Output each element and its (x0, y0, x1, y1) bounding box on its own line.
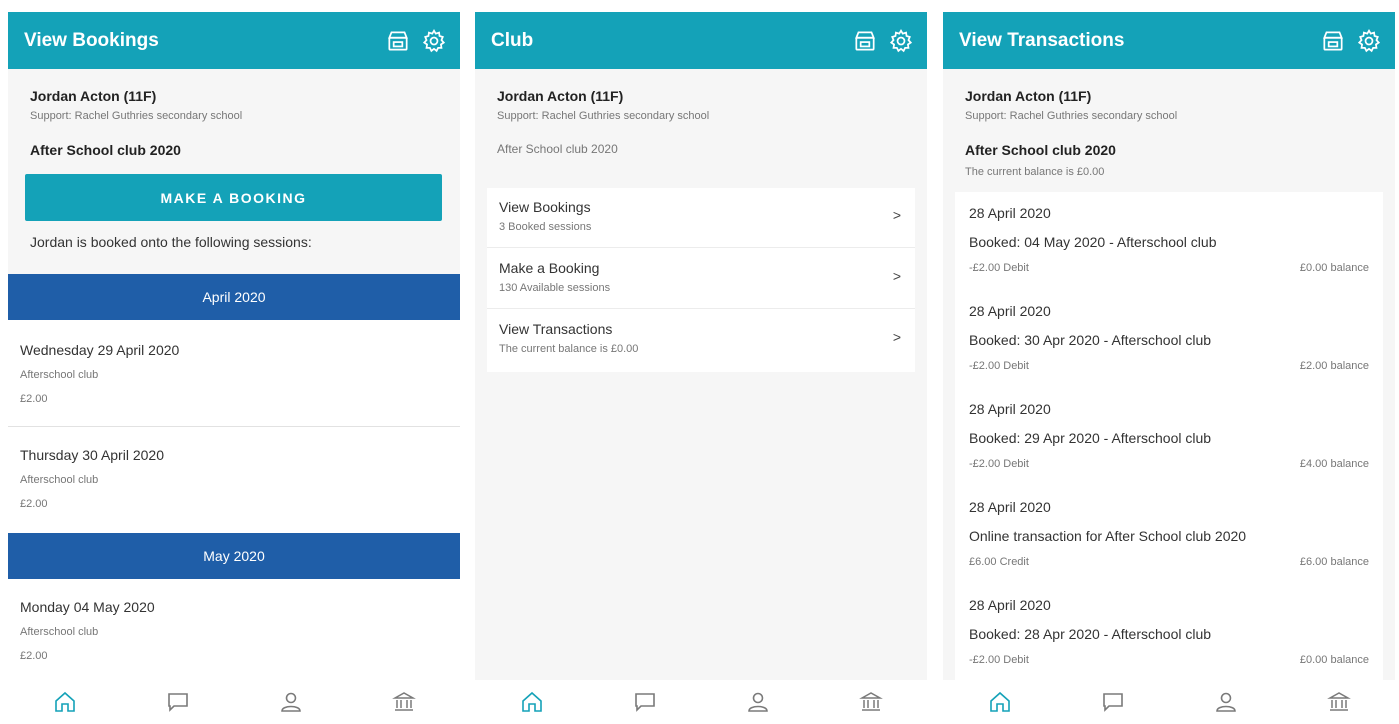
transaction-amount: -£2.00 Debit (969, 360, 1029, 372)
session-item[interactable]: Thursday 30 April 2020 Afterschool club … (8, 427, 460, 533)
app-header: Club (475, 12, 927, 69)
shop-icon[interactable] (384, 27, 412, 55)
current-balance: The current balance is £0.00 (965, 166, 1105, 178)
transaction-amount: -£2.00 Debit (969, 262, 1029, 274)
transaction-balance: £0.00 balance (1299, 654, 1369, 666)
profile-icon[interactable] (276, 687, 306, 717)
menu-item-make-a-booking[interactable]: Make a Booking 130 Available sessions > (487, 249, 915, 309)
transaction-date: 28 April 2020 (969, 597, 1051, 613)
menu-item-title: View Bookings (499, 199, 591, 215)
chevron-right-icon: > (892, 268, 901, 284)
transaction-item: 28 April 2020 Booked: 29 Apr 2020 - Afte… (955, 388, 1383, 486)
session-name: Afterschool club (20, 369, 99, 381)
bank-icon[interactable] (1324, 687, 1354, 717)
support-text: Support: Rachel Guthries secondary schoo… (497, 110, 710, 122)
app-header: View Transactions (943, 12, 1395, 69)
transaction-item: 28 April 2020 Booked: 28 Apr 2020 - Afte… (955, 584, 1383, 682)
app-header: View Bookings (8, 12, 460, 69)
page-title: View Bookings (24, 29, 159, 51)
chevron-right-icon: > (892, 207, 901, 223)
home-icon[interactable] (985, 687, 1015, 717)
transaction-amount: £6.00 Credit (969, 556, 1029, 568)
transaction-balance: £2.00 balance (1299, 360, 1369, 372)
bottom-tab-bar (8, 680, 460, 724)
shop-icon[interactable] (1319, 27, 1347, 55)
session-price: £2.00 (20, 393, 48, 405)
club-screen: Club Jordan Acton (11F) Support: Rachel … (475, 12, 927, 724)
session-price: £2.00 (20, 650, 48, 662)
club-menu: View Bookings 3 Booked sessions > Make a… (487, 188, 915, 372)
transaction-description: Booked: 29 Apr 2020 - Afterschool club (969, 430, 1212, 446)
club-title: After School club 2020 (965, 142, 1116, 158)
club-title: After School club 2020 (497, 142, 618, 156)
student-name: Jordan Acton (11F) (497, 88, 624, 104)
session-item[interactable]: Monday 04 May 2020 Afterschool club £2.0… (8, 579, 460, 680)
message-icon[interactable] (1098, 687, 1128, 717)
club-title: After School club 2020 (30, 142, 181, 158)
booked-sessions-intro: Jordan is booked onto the following sess… (30, 234, 312, 250)
student-name: Jordan Acton (11F) (965, 88, 1092, 104)
transaction-description: Booked: 04 May 2020 - Afterschool club (969, 234, 1217, 250)
profile-icon[interactable] (1211, 687, 1241, 717)
month-header: May 2020 (8, 533, 460, 579)
transaction-date: 28 April 2020 (969, 205, 1051, 221)
session-name: Afterschool club (20, 626, 99, 638)
session-date: Wednesday 29 April 2020 (20, 342, 180, 358)
transaction-balance: £0.00 balance (1299, 262, 1369, 274)
transaction-balance: £6.00 balance (1299, 556, 1369, 568)
menu-item-title: Make a Booking (499, 260, 600, 276)
message-icon[interactable] (630, 687, 660, 717)
session-price: £2.00 (20, 498, 48, 510)
session-date: Thursday 30 April 2020 (20, 447, 164, 463)
chevron-right-icon: > (892, 329, 901, 345)
home-icon[interactable] (517, 687, 547, 717)
home-icon[interactable] (50, 687, 80, 717)
transaction-item: 28 April 2020 Booked: 30 Apr 2020 - Afte… (955, 290, 1383, 388)
message-icon[interactable] (163, 687, 193, 717)
shop-icon[interactable] (851, 27, 879, 55)
page-title: View Transactions (959, 29, 1125, 51)
transaction-item: 28 April 2020 Online transaction for Aft… (955, 486, 1383, 584)
transaction-date: 28 April 2020 (969, 401, 1051, 417)
make-a-booking-button[interactable]: MAKE A BOOKING (25, 174, 442, 221)
bank-icon[interactable] (856, 687, 886, 717)
menu-item-subtitle: 3 Booked sessions (499, 221, 592, 233)
transaction-item: 28 April 2020 Booked: 04 May 2020 - Afte… (955, 192, 1383, 290)
transaction-date: 28 April 2020 (969, 499, 1051, 515)
settings-gear-icon[interactable] (887, 27, 915, 55)
transaction-description: Online transaction for After School club… (969, 528, 1247, 544)
settings-gear-icon[interactable] (1355, 27, 1383, 55)
transaction-description: Booked: 30 Apr 2020 - Afterschool club (969, 332, 1212, 348)
month-header: April 2020 (8, 274, 460, 320)
transaction-amount: -£2.00 Debit (969, 654, 1029, 666)
view-bookings-screen: View Bookings Jordan Acton (11F) Support… (8, 12, 460, 724)
transaction-amount: -£2.00 Debit (969, 458, 1029, 470)
profile-icon[interactable] (743, 687, 773, 717)
support-text: Support: Rachel Guthries secondary schoo… (30, 110, 243, 122)
support-text: Support: Rachel Guthries secondary schoo… (965, 110, 1178, 122)
menu-item-title: View Transactions (499, 321, 613, 337)
view-transactions-screen: View Transactions Jordan Acton (11F) Sup… (943, 12, 1395, 724)
session-name: Afterschool club (20, 474, 99, 486)
student-name: Jordan Acton (11F) (30, 88, 157, 104)
page-title: Club (491, 29, 534, 51)
bottom-tab-bar (475, 680, 927, 724)
transaction-description: Booked: 28 Apr 2020 - Afterschool club (969, 626, 1212, 642)
bottom-tab-bar (943, 680, 1395, 724)
transactions-list: 28 April 2020 Booked: 04 May 2020 - Afte… (955, 192, 1383, 682)
settings-gear-icon[interactable] (420, 27, 448, 55)
menu-item-view-bookings[interactable]: View Bookings 3 Booked sessions > (487, 188, 915, 248)
session-date: Monday 04 May 2020 (20, 599, 155, 615)
transaction-balance: £4.00 balance (1299, 458, 1369, 470)
transaction-date: 28 April 2020 (969, 303, 1051, 319)
session-item[interactable]: Wednesday 29 April 2020 Afterschool club… (8, 320, 460, 427)
menu-item-view-transactions[interactable]: View Transactions The current balance is… (487, 310, 915, 370)
menu-item-subtitle: 130 Available sessions (499, 282, 611, 294)
bank-icon[interactable] (389, 687, 419, 717)
menu-item-subtitle: The current balance is £0.00 (499, 343, 639, 355)
